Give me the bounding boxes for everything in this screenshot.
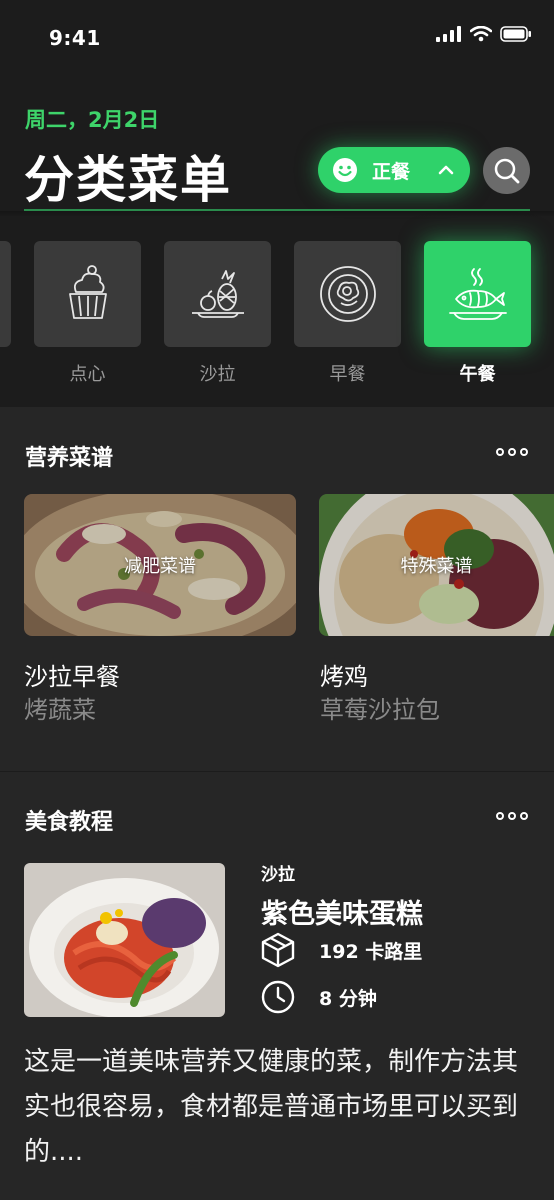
more-dot-icon: [508, 448, 516, 456]
smiley-icon: [333, 158, 357, 182]
chevron-up-icon: [438, 165, 454, 175]
breakfast-plate-icon: [319, 266, 376, 322]
more-dot-icon: [496, 448, 504, 456]
search-icon: [494, 158, 519, 183]
tutorial-description: 这是一道美味营养又健康的菜，制作方法其实也很容易，食材都是普通市场里可以买到的.…: [24, 1047, 519, 1167]
recipe-title[interactable]: 烤鸡: [320, 657, 368, 692]
status-time: 9:41: [49, 26, 101, 50]
cellular-signal-icon: [436, 26, 461, 42]
meal-type-label: 正餐: [372, 160, 411, 183]
category-tile-salad[interactable]: [164, 241, 271, 347]
more-dot-icon: [520, 812, 528, 820]
page-title: 分类菜单: [24, 151, 232, 209]
recipe-card-overlay-label: 特殊菜谱: [400, 556, 473, 577]
calories-value: 192 卡路里: [319, 940, 423, 963]
time-value: 8 分钟: [319, 987, 377, 1010]
search-button[interactable]: [483, 147, 530, 194]
time-row: 8 分钟: [261, 980, 377, 1014]
recipe-subtitle: 烤蔬菜: [24, 696, 96, 724]
fruit-icon: [191, 270, 244, 318]
category-tile-partial[interactable]: [0, 241, 11, 347]
category-tile-lunch[interactable]: [424, 241, 531, 347]
meal-type-toggle[interactable]: 正餐: [318, 147, 470, 193]
box-icon: [261, 932, 295, 968]
header-shadow: [0, 211, 554, 217]
more-dot-icon: [496, 812, 504, 820]
nutrition-more-button[interactable]: [496, 448, 528, 456]
fish-dish-icon: [448, 268, 507, 320]
pasta-dish-photo: [24, 863, 225, 1017]
clock-icon: [261, 980, 295, 1014]
nutrition-section-title: 营养菜谱: [25, 446, 114, 471]
tutorial-more-button[interactable]: [496, 812, 528, 820]
category-tile-breakfast[interactable]: [294, 241, 401, 347]
more-dot-icon: [520, 448, 528, 456]
recipe-title[interactable]: 沙拉早餐: [24, 657, 120, 692]
tutorial-section-title: 美食教程: [25, 810, 114, 835]
category-label-breakfast: 早餐: [329, 364, 366, 385]
battery-icon: [500, 26, 531, 42]
category-label-dessert: 点心: [69, 364, 106, 385]
wifi-icon: [470, 26, 492, 42]
header-date: 周二，2月2日: [25, 108, 160, 132]
status-icons: [436, 26, 532, 42]
more-dot-icon: [508, 812, 516, 820]
category-label-lunch: 午餐: [459, 364, 496, 385]
calories-row: 192 卡路里: [261, 932, 422, 968]
tutorial-dish-photo[interactable]: [24, 863, 225, 1017]
cupcake-icon: [68, 265, 107, 319]
recipe-subtitle: 草莓沙拉包: [320, 696, 440, 724]
category-label-salad: 沙拉: [199, 364, 236, 385]
category-tile-dessert[interactable]: [34, 241, 141, 347]
tutorial-dish-title[interactable]: 紫色美味蛋糕: [261, 892, 423, 931]
recipe-card-special[interactable]: 特殊菜谱: [319, 494, 554, 636]
recipe-card-diet[interactable]: 减肥菜谱: [24, 494, 296, 636]
tutorial-category: 沙拉: [261, 865, 295, 885]
recipe-card-overlay-label: 减肥菜谱: [124, 556, 196, 577]
